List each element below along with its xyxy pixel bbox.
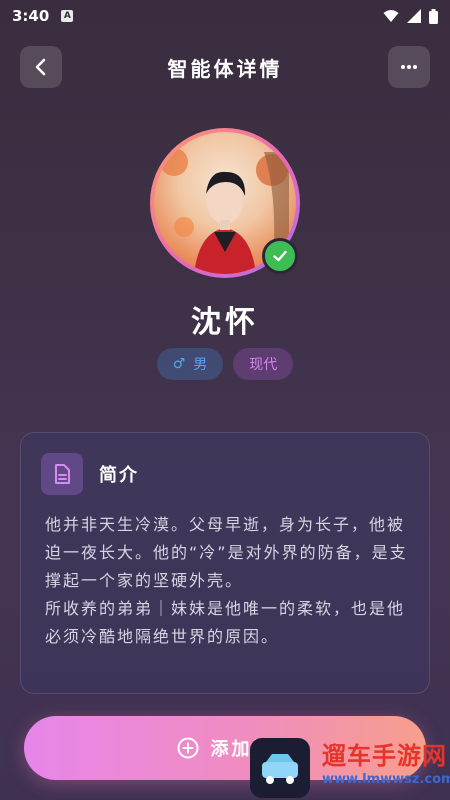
watermark-text: 遛车手游网 bbox=[322, 742, 447, 770]
header: 智能体详情 bbox=[20, 46, 430, 88]
document-icon bbox=[55, 464, 70, 484]
status-notification-icon: A bbox=[61, 10, 74, 22]
gender-tag: ♂ 男 bbox=[156, 348, 224, 380]
agent-name: 沈怀 bbox=[191, 305, 259, 340]
watermark-logo bbox=[250, 738, 310, 798]
intro-header: 简介 bbox=[41, 453, 139, 495]
verified-badge bbox=[262, 238, 298, 274]
intro-card: 简介 他并非天生冷漠。父母早逝，身为长子，他被迫一夜长大。他的“冷”是对外界的防… bbox=[20, 432, 430, 694]
intro-text: 他并非天生冷漠。父母早逝，身为长子，他被迫一夜长大。他的“冷”是对外界的防备，是… bbox=[45, 515, 408, 646]
back-button[interactable] bbox=[20, 46, 62, 88]
male-icon: ♂ bbox=[172, 356, 186, 372]
status-icons bbox=[383, 8, 438, 24]
watermark-url: www.lmwwsz.com bbox=[322, 772, 450, 787]
signal-icon bbox=[407, 9, 421, 23]
more-button[interactable] bbox=[388, 46, 430, 88]
intro-title: 简介 bbox=[99, 465, 139, 486]
more-icon bbox=[401, 65, 417, 69]
era-tag: 现代 bbox=[233, 348, 294, 380]
battery-icon bbox=[429, 8, 438, 24]
wifi-icon bbox=[383, 10, 399, 22]
status-time: 3:40 bbox=[12, 7, 50, 25]
back-icon bbox=[35, 58, 46, 76]
verified-icon bbox=[273, 250, 287, 262]
avatar-container bbox=[150, 128, 300, 278]
car-logo-icon bbox=[262, 754, 298, 784]
era-label: 现代 bbox=[249, 357, 278, 373]
add-circle-icon bbox=[177, 737, 198, 759]
tag-row: ♂ 男 现代 bbox=[0, 348, 450, 380]
gender-label: 男 bbox=[193, 357, 208, 373]
page-title: 智能体详情 bbox=[167, 56, 283, 81]
status-bar: 3:40 A bbox=[0, 0, 450, 32]
document-icon-box bbox=[41, 453, 83, 495]
